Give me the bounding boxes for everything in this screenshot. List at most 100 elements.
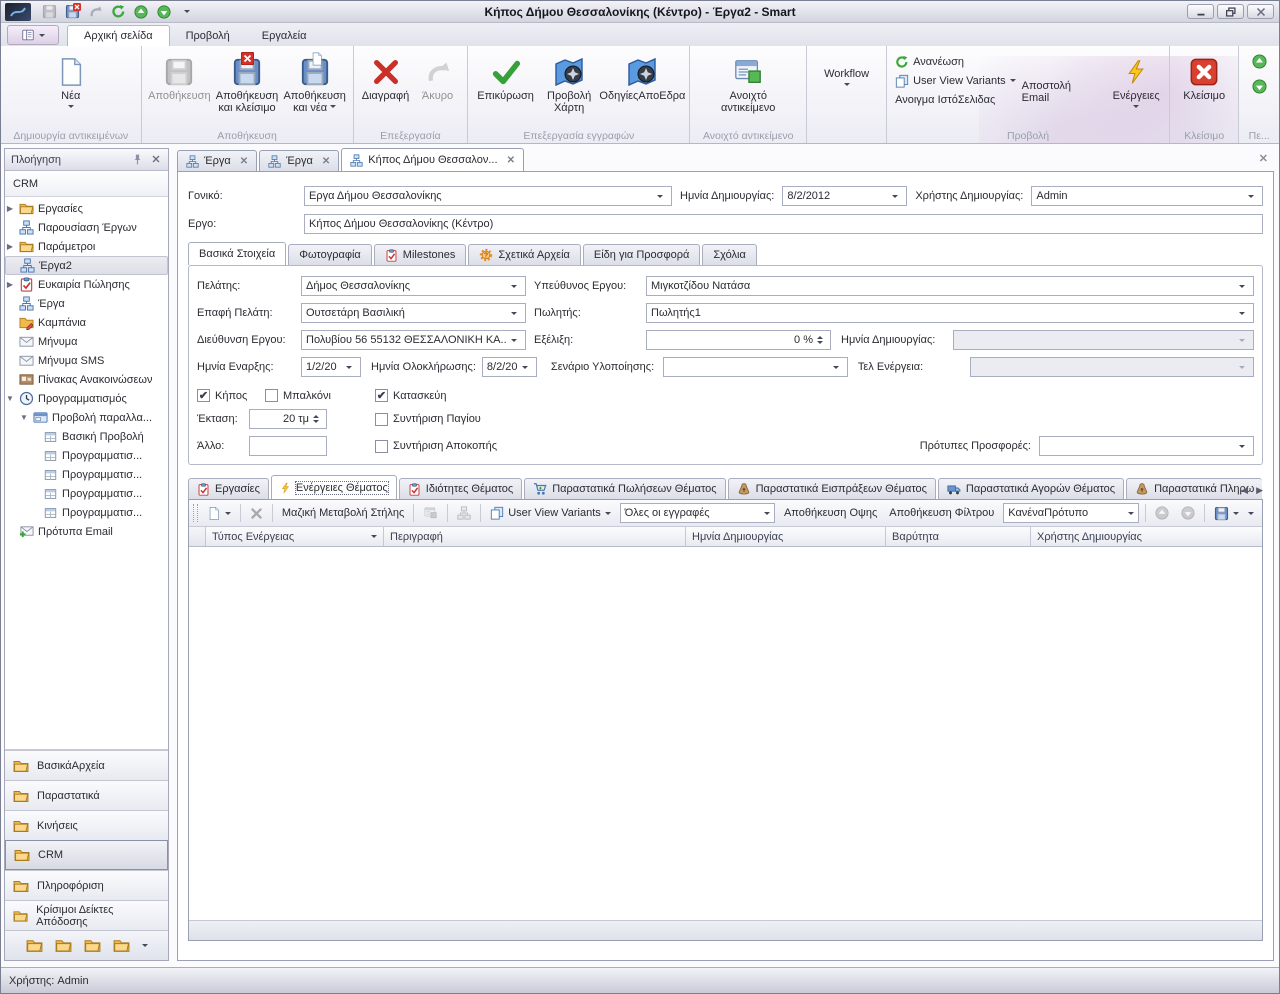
nav-group-crm[interactable]: CRM	[5, 840, 168, 870]
nav-group-krisimoi-deiktes[interactable]: Κρίσιμοι Δείκτες Απόδοσης	[5, 900, 168, 930]
nav-tree-item-minima-sms[interactable]: Μήνυμα SMS	[5, 351, 168, 370]
refresh-button[interactable]: Ανανέωση	[891, 52, 1020, 71]
tab-close-icon[interactable]: ✕	[507, 155, 515, 166]
save-filter-button[interactable]: Αποθήκευση Φίλτρου	[886, 507, 997, 519]
construction-checkbox[interactable]: ✔Κατασκεύη	[375, 389, 446, 402]
restore-button[interactable]	[1217, 4, 1244, 19]
ribbon-tab-home[interactable]: Αρχική σελίδα	[67, 25, 170, 46]
nav-tree-item-eukairia-polisis[interactable]: ▶Ευκαιρία Πώλησης	[5, 275, 168, 294]
tab-energeies-thematos[interactable]: Ενέργειες Θέματος	[271, 475, 397, 499]
pin-icon[interactable]	[131, 153, 144, 166]
parent-combobox[interactable]: Εργα Δήμου Θεσσαλονίκης	[304, 186, 672, 206]
export-save-button[interactable]	[1211, 506, 1242, 521]
tab-scroll-right-icon[interactable]: ▶	[1256, 485, 1263, 496]
quick-next-button[interactable]	[155, 3, 173, 21]
save-button[interactable]: Αποθήκευση	[146, 50, 214, 102]
scenario-combobox[interactable]	[663, 357, 848, 377]
expander-icon[interactable]: ▼	[19, 413, 29, 422]
qat-customize-button[interactable]	[178, 3, 196, 21]
nav-tree-item-erga[interactable]: Έργα	[5, 294, 168, 313]
nav-tree-item-programmatis-4[interactable]: Προγραμματισ...	[5, 503, 168, 522]
grid-column-created-user[interactable]: Χρήστης Δημιουργίας	[1031, 527, 1262, 546]
toolbar-grip[interactable]	[193, 504, 198, 522]
document-close-button[interactable]: ✕	[1259, 152, 1268, 165]
nav-overflow-folder-button[interactable]	[26, 937, 43, 954]
grid-column-created-date[interactable]: Ημνία Δημιουργίας	[686, 527, 886, 546]
document-tab-kipos[interactable]: Κήπος Δήμου Θεσσαλον...✕	[341, 148, 524, 171]
expander-icon[interactable]: ▶	[5, 242, 15, 251]
save-view-button[interactable]: Αποθήκευση Οψης	[781, 507, 880, 519]
tab-scroll-left-icon[interactable]: ◀	[1241, 485, 1248, 496]
document-tab-erga-2[interactable]: Έργα✕	[259, 150, 339, 171]
toolbar-overflow-icon[interactable]	[1248, 512, 1254, 518]
tab-fotografia[interactable]: Φωτογραφία	[288, 244, 372, 265]
manager-combobox[interactable]: Μιγκοτζίδου Νατάσα	[646, 276, 1254, 296]
project-name-input[interactable]: Κήπος Δήμου Θεσσαλονίκης (Κέντρο)	[304, 214, 1263, 234]
new-record-button[interactable]	[204, 506, 234, 521]
send-email-button[interactable]: Αποστολή Email	[1020, 58, 1108, 104]
nav-overflow-folder-button[interactable]	[84, 937, 101, 954]
last-action-combobox[interactable]	[970, 357, 1254, 377]
open-webpage-button[interactable]: Ανοιγμα ΙστόΣελιδας	[891, 90, 1020, 109]
grid-column-action-type[interactable]: Τύπος Ενέργειας	[206, 527, 384, 546]
open-object-button[interactable]: Ανοιχτό αντικείμενο	[703, 50, 793, 114]
nav-tree-item-kampania[interactable]: Καμπάνια	[5, 313, 168, 332]
progress-spinner[interactable]: 0 %	[646, 330, 831, 350]
validate-button[interactable]: Επικύρωση	[472, 50, 538, 102]
map-view-button[interactable]: Προβολή Χάρτη	[539, 50, 600, 114]
start-date-picker[interactable]: 1/2/20	[301, 357, 361, 377]
quick-save-close-button[interactable]	[63, 3, 81, 21]
export-record-button[interactable]	[454, 506, 474, 520]
grid-column-weight[interactable]: Βαρύτητα	[886, 527, 1031, 546]
chevron-down-icon[interactable]	[142, 944, 148, 950]
created-date-picker[interactable]: 8/2/2012	[782, 186, 907, 206]
move-up-button[interactable]	[1152, 506, 1172, 520]
tab-vasika-stoixeia[interactable]: Βασικά Στοιχεία	[188, 242, 286, 265]
created2-date-picker[interactable]	[953, 330, 1254, 350]
nav-group-vasika-arxeia[interactable]: ΒασικάΑρχεία	[5, 750, 168, 780]
other-input[interactable]	[249, 436, 327, 456]
quick-previous-button[interactable]	[132, 3, 150, 21]
nav-overflow-folder-button[interactable]	[113, 937, 130, 954]
close-button[interactable]	[1247, 4, 1274, 19]
nav-tree-item-protipa-email[interactable]: Πρότυπα Email	[5, 522, 168, 541]
grid-column-description[interactable]: Περιγραφή	[384, 527, 686, 546]
tab-parastatika-agoron[interactable]: Παραστατικά Αγορών Θέματος	[938, 478, 1124, 499]
close-record-button[interactable]: Κλείσιμο	[1175, 50, 1233, 102]
record-up-button[interactable]	[1252, 54, 1267, 69]
tab-close-icon[interactable]: ✕	[240, 156, 248, 167]
expander-icon[interactable]: ▼	[5, 394, 15, 403]
user-view-variants-button[interactable]: User View Variants	[487, 506, 614, 520]
tab-idiotites-thematos[interactable]: Ιδιότητες Θέματος	[399, 478, 522, 499]
ribbon-tab-view[interactable]: Προβολή	[170, 26, 246, 46]
nav-tree-item-parametroi[interactable]: ▶Παράμετροι	[5, 237, 168, 256]
cut-maintenance-checkbox[interactable]: Συντήριση Αποκοπής	[375, 440, 497, 453]
expander-icon[interactable]: ▶	[5, 280, 15, 289]
records-filter-select[interactable]: Όλες οι εγγραφές	[620, 503, 775, 523]
expander-icon[interactable]: ▶	[5, 204, 15, 213]
nav-tree-item-ergasies[interactable]: ▶Εργασίες	[5, 199, 168, 218]
ribbon-tab-tools[interactable]: Εργαλεία	[246, 26, 323, 46]
nav-tree-item-erga2[interactable]: Έργα2	[5, 256, 168, 275]
balcony-checkbox[interactable]: Μπαλκόνι	[265, 389, 375, 402]
nav-tree-item-programmatis-1[interactable]: Προγραμματισ...	[5, 446, 168, 465]
tab-close-icon[interactable]: ✕	[322, 156, 330, 167]
nav-tree-item-programmatis-2[interactable]: Προγραμματισ...	[5, 465, 168, 484]
created-user-combobox[interactable]: Admin	[1031, 186, 1263, 206]
tab-parastatika-eisprakseon[interactable]: Παραστατικά Εισπράξεων Θέματος	[728, 478, 936, 499]
minimize-button[interactable]	[1187, 4, 1214, 19]
new-button[interactable]: Νέα	[35, 50, 107, 111]
end-date-picker[interactable]: 8/2/20	[482, 357, 537, 377]
tab-sxetika-arxeia[interactable]: Σχετικά Αρχεία	[468, 244, 581, 265]
document-tab-erga-1[interactable]: Έργα✕	[177, 150, 257, 171]
open-object-small-button[interactable]	[420, 506, 441, 520]
nav-group-kiniseis[interactable]: Κινήσεις	[5, 810, 168, 840]
workflow-button[interactable]: Workflow	[811, 64, 882, 89]
move-down-button[interactable]	[1178, 506, 1198, 520]
nav-group-pliroforisi[interactable]: Πληροφόριση	[5, 870, 168, 900]
nav-tree-item-pinakas-anakoinoseon[interactable]: Πίνακας Ανακοινώσεων	[5, 370, 168, 389]
tab-milestones[interactable]: Milestones	[374, 244, 467, 265]
close-icon[interactable]	[150, 153, 162, 166]
user-view-variants-button[interactable]: User View Variants	[891, 71, 1020, 90]
nav-tree-item-vasiki-provoli[interactable]: Βασική Προβολή	[5, 427, 168, 446]
